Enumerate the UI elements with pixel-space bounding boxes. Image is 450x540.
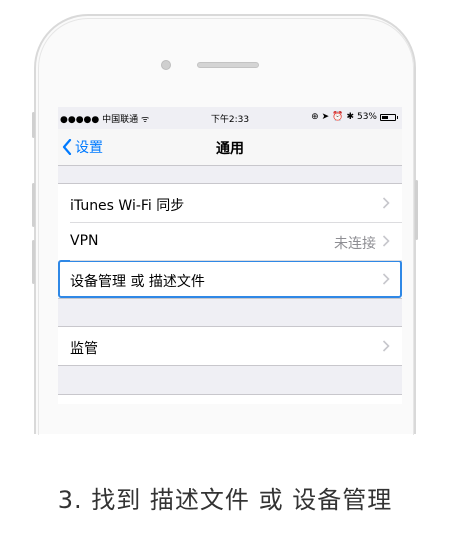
side-button-left-middle: [32, 183, 35, 227]
row-label: iTunes Wi-Fi 同步: [70, 198, 185, 214]
lock-rotation-icon: ⊕: [311, 112, 319, 122]
navigation-bar: 设置 通用: [58, 129, 402, 166]
settings-group-3: [58, 394, 402, 404]
battery-percent: 53%: [356, 112, 377, 122]
step-caption: 3. 找到 描述文件 或 设备管理: [57, 486, 393, 514]
alarm-icon: ⏰: [332, 112, 344, 122]
settings-group-1: iTunes Wi-Fi 同步 VPN 未连接 设备管理 或 描述文件: [58, 183, 402, 299]
side-button-left-bottom: [32, 240, 35, 284]
row-label: 设备管理 或 描述文件: [70, 274, 205, 290]
row-label: VPN: [70, 233, 99, 249]
status-bar: ●●●●● 中国联通 ᯤ 下午2:33 ⊕ ➤ ⏰ ✱ 53%: [58, 107, 402, 129]
side-button-left-top: [32, 112, 35, 138]
side-button-right: [415, 180, 418, 240]
earpiece-speaker: [197, 62, 259, 68]
page-title: 通用: [216, 141, 244, 157]
chevron-right-icon: [382, 235, 390, 247]
bluetooth-icon: ✱: [346, 112, 354, 122]
chevron-right-icon: [382, 273, 390, 285]
status-right: ⊕ ➤ ⏰ ✱ 53%: [311, 112, 398, 122]
chevron-right-icon: [382, 340, 390, 352]
row-itunes-wifi-sync[interactable]: iTunes Wi-Fi 同步: [58, 184, 402, 222]
row-label: 监管: [70, 341, 98, 357]
vpn-status-value: 未连接: [334, 236, 376, 252]
row-vpn[interactable]: VPN 未连接: [58, 222, 402, 260]
settings-group-2: 监管: [58, 326, 402, 366]
row-supervision[interactable]: 监管: [58, 327, 402, 365]
phone-screen: ●●●●● 中国联通 ᯤ 下午2:33 ⊕ ➤ ⏰ ✱ 53% 设置 通用 iT…: [58, 107, 402, 404]
battery-icon: [380, 113, 398, 121]
location-icon: ➤: [321, 112, 330, 122]
row-device-management[interactable]: 设备管理 或 描述文件: [58, 260, 402, 298]
front-camera: [161, 60, 171, 70]
chevron-right-icon: [382, 197, 390, 209]
